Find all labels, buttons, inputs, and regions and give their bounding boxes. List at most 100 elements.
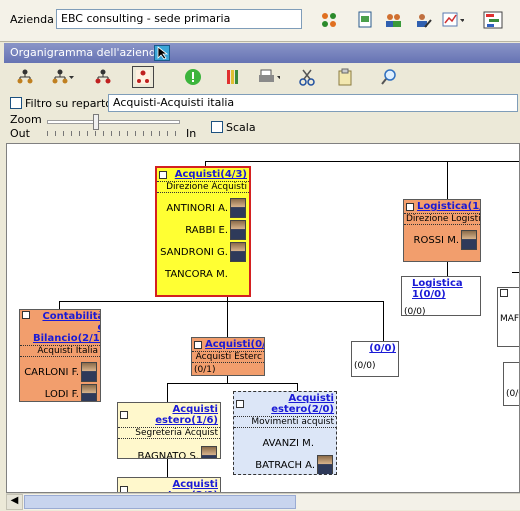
collapse-icon[interactable] <box>22 311 30 319</box>
cut-icon[interactable] <box>296 66 318 88</box>
org-unit-partial-right-2[interactable]: (0/0 <box>503 362 519 406</box>
connector-line <box>167 459 168 477</box>
person-photo-icon <box>317 455 333 474</box>
scale-checkbox[interactable] <box>211 121 223 133</box>
org-tree-dropdown-icon[interactable] <box>52 66 74 88</box>
scroll-thumb[interactable] <box>24 495 296 509</box>
zoom-slider-thumb[interactable] <box>93 114 99 130</box>
person-photo-icon <box>230 220 246 240</box>
org-unit-acquisti[interactable]: Acquisti(4/3) Direzione Acquisti ANTINOR… <box>155 166 251 297</box>
colors-icon[interactable] <box>222 66 244 88</box>
unit-title[interactable]: Acquisti(4/3) <box>170 169 247 180</box>
unit-title[interactable]: Acquisti(0/1) <box>205 339 264 350</box>
chart-dropdown-icon[interactable] <box>442 9 464 31</box>
people-network-icon[interactable] <box>318 9 340 31</box>
unit-subtitle: Direzione Acquisti <box>157 181 249 193</box>
collapse-icon[interactable] <box>406 202 414 211</box>
unit-count: (0/0 <box>506 389 519 399</box>
connector-line <box>297 383 298 391</box>
department-filter-field[interactable]: Acquisti-Acquisti italia <box>108 94 518 112</box>
person-row[interactable]: AVANZI M. <box>234 432 336 454</box>
company-bar: Azienda EBC consulting - sede primaria <box>0 0 520 42</box>
status-green-icon[interactable] <box>182 66 204 88</box>
org-chart-canvas: Acquisti(4/3) Direzione Acquisti ANTINOR… <box>6 143 520 493</box>
unit-title[interactable]: Acquisti estero(2/0) <box>247 393 334 415</box>
org-unit-empty[interactable]: (0/0) (0/0) <box>351 341 399 377</box>
unit-subtitle: Movimenti acquist <box>234 416 336 428</box>
person-row[interactable]: BAGNATO S. <box>118 445 220 458</box>
scroll-left-icon[interactable]: ◀ <box>6 494 23 510</box>
gantt-icon[interactable] <box>482 9 504 31</box>
collapse-icon[interactable] <box>159 170 167 179</box>
unit-title[interactable]: Logistica(1/0) <box>417 201 480 212</box>
org-tree-icon[interactable] <box>14 66 36 88</box>
panel-title: Organigramma dell'azienda <box>10 46 163 59</box>
connector-line <box>167 383 297 384</box>
person-row[interactable]: RABBI E. <box>157 219 249 241</box>
horizontal-scrollbar[interactable]: ◀ <box>6 493 520 510</box>
panel-title-bar: Organigramma dell'azienda <box>4 43 520 63</box>
user-edit-icon[interactable] <box>412 9 434 31</box>
collapse-icon[interactable] <box>120 411 128 419</box>
unit-title[interactable]: Logistica 1(0/0) <box>412 278 478 300</box>
zoom-slider[interactable] <box>47 120 180 124</box>
search-icon[interactable] <box>378 66 400 88</box>
org-tree-selected-icon[interactable] <box>132 66 154 88</box>
connector-line <box>447 262 448 276</box>
connector-line <box>167 383 168 402</box>
print-dropdown-icon[interactable] <box>258 66 280 88</box>
collapse-icon[interactable] <box>120 486 128 492</box>
scale-label: Scala <box>226 121 256 134</box>
person-photo-icon <box>461 230 477 250</box>
person-row[interactable]: ROSSI M. <box>404 229 480 251</box>
connector-line <box>227 297 228 337</box>
org-unit-contabilita[interactable]: Contabilità e Bilancio(2/1) Acquisti Ita… <box>19 309 101 402</box>
person-row[interactable]: BATRACH A. <box>234 454 336 474</box>
person-row[interactable]: TANCORA M. <box>157 263 249 285</box>
person-photo-icon <box>230 198 246 218</box>
unit-subtitle: Acquisti Esterc <box>192 351 264 363</box>
connector-line <box>512 272 519 273</box>
org-unit-acquisti-estero-2-0[interactable]: Acquisti estero(2/0) Movimenti acquist A… <box>233 391 337 475</box>
company-field[interactable]: EBC consulting - sede primaria <box>56 9 302 29</box>
paste-icon[interactable] <box>334 66 356 88</box>
org-tree-red-icon[interactable] <box>92 66 114 88</box>
cursor-icon <box>154 45 170 61</box>
filter-checkbox[interactable] <box>10 97 22 109</box>
person-row[interactable]: ANTINORI A. <box>157 197 249 219</box>
unit-title[interactable]: Contabilità e Bilancio(2/1) <box>33 311 100 344</box>
org-unit-acquisti-estero-parent[interactable]: Acquisti(0/1) Acquisti Esterc (0/1) <box>191 337 265 376</box>
person-photo-icon <box>230 242 246 262</box>
person-row[interactable]: LODI F. <box>20 383 100 401</box>
unit-title[interactable]: Acquisti estero(1/6) <box>131 404 218 426</box>
person-photo-icon <box>81 384 97 401</box>
org-unit-logistica-1[interactable]: Logistica 1(0/0) (0/0) <box>401 276 481 316</box>
unit-subtitle: Direzione Logistica <box>404 213 480 225</box>
unit-title[interactable]: (0/0) <box>354 343 396 354</box>
org-unit-partial-right[interactable]: MAF <box>497 287 520 347</box>
connector-line <box>205 161 519 162</box>
users-icon[interactable] <box>382 9 404 31</box>
document-icon[interactable] <box>354 9 376 31</box>
collapse-icon[interactable] <box>194 340 202 349</box>
person-name: MAF <box>500 314 520 324</box>
filter-label: Filtro su reparto <box>25 97 112 110</box>
unit-title[interactable]: Acquisti estero(2/0) <box>131 479 218 492</box>
chart-toolbar <box>4 63 520 91</box>
person-photo-icon <box>81 362 97 382</box>
collapse-icon[interactable] <box>500 289 508 297</box>
person-row[interactable]: SANDRONI G. <box>157 241 249 263</box>
org-unit-acquisti-estero-2-0-b[interactable]: Acquisti estero(2/0) <box>117 477 221 492</box>
unit-subtitle: Segreteria Acquist <box>118 427 220 439</box>
connector-line <box>383 301 384 341</box>
company-label: Azienda <box>10 13 54 26</box>
unit-count: (0/1) <box>194 365 216 375</box>
person-row[interactable]: CARLONI F. <box>20 361 100 383</box>
org-unit-acquisti-estero-1-6[interactable]: Acquisti estero(1/6) Segreteria Acquist … <box>117 402 221 459</box>
org-unit-logistica[interactable]: Logistica(1/0) Direzione Logistica ROSSI… <box>403 199 481 262</box>
collapse-icon[interactable] <box>236 400 244 408</box>
connector-line <box>59 301 383 302</box>
unit-count: (0/0) <box>404 307 426 316</box>
unit-count: (0/0) <box>354 361 376 371</box>
zoom-in-label: In <box>186 127 197 140</box>
